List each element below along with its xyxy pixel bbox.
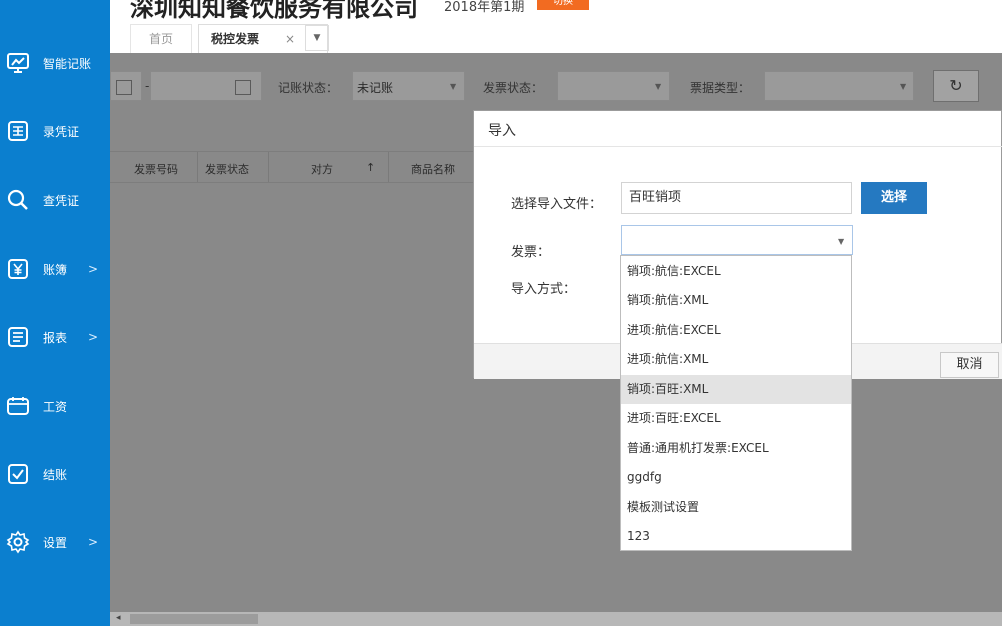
invoice-status-select[interactable]: ▼ — [557, 71, 670, 101]
company-name: 深圳知知餐饮服务有限公司 — [130, 0, 418, 22]
search-icon — [7, 189, 28, 210]
column-divider — [197, 152, 198, 182]
import-file-input[interactable]: 百旺销项 — [621, 182, 852, 214]
choose-file-button[interactable]: 选择 — [861, 182, 927, 214]
dropdown-option[interactable]: 销项:航信:EXCEL — [621, 257, 851, 286]
invoice-label: 发票： — [511, 245, 551, 260]
refresh-button[interactable]: ↻ — [933, 70, 979, 102]
sidebar-item-label: 工资 — [43, 399, 68, 414]
chevron-right-icon: > — [88, 535, 99, 549]
horizontal-scrollbar[interactable]: ◂ — [110, 612, 1002, 626]
yen-icon — [8, 259, 28, 279]
report-icon — [8, 327, 28, 347]
invoice-select[interactable]: ▼ — [621, 225, 853, 255]
bill-type-select[interactable]: ▼ — [764, 71, 914, 101]
invoice-status-label: 发票状态： — [483, 81, 544, 95]
chevron-down-icon: ▼ — [450, 82, 457, 91]
sidebar-item-label: 智能记账 — [43, 56, 92, 71]
sidebar-item-voucher-search[interactable]: 查凭证 — [0, 180, 110, 220]
sidebar-item-label: 设置 — [43, 535, 68, 550]
chevron-right-icon: > — [88, 330, 99, 344]
sidebar-item-label: 录凭证 — [43, 124, 80, 139]
sidebar-item-label: 报表 — [43, 330, 68, 345]
chevron-right-icon: > — [88, 262, 99, 276]
table-header: 发票号码 发票状态 对方 ↑ 商品名称 — [110, 151, 475, 183]
column-header[interactable]: 发票号码 — [134, 161, 178, 177]
voucher-entry-icon — [8, 121, 28, 141]
sidebar: 智能记账 录凭证 查凭证 账簿 > 报表 > 工资 结账 设置 > — [0, 0, 110, 626]
sidebar-item-label: 账簿 — [43, 262, 68, 277]
sidebar-item-label: 查凭证 — [43, 193, 80, 208]
calendar-icon — [116, 80, 132, 95]
column-divider — [268, 152, 269, 182]
dropdown-option[interactable]: 123 — [621, 522, 851, 551]
dropdown-option[interactable]: ggdfg — [621, 463, 851, 492]
invoice-dropdown-list: 销项:航信:EXCEL 销项:航信:XML 进项:航信:EXCEL 进项:航信:… — [620, 255, 852, 551]
dropdown-option[interactable]: 模板测试设置 — [621, 493, 851, 522]
import-mode-label: 导入方式： — [511, 282, 577, 297]
posting-status-label: 记账状态： — [278, 81, 339, 95]
sidebar-item-ledger[interactable]: 账簿 > — [0, 249, 110, 289]
column-header[interactable]: 商品名称 — [411, 161, 455, 177]
sort-arrow-icon[interactable]: ↑ — [366, 161, 375, 174]
sidebar-item-closing[interactable]: 结账 — [0, 454, 110, 494]
bill-type-label: 票据类型： — [690, 81, 751, 95]
chevron-down-icon: ▼ — [900, 82, 907, 91]
tab-tax-invoice-label: 税控发票 — [211, 32, 260, 46]
calendar-icon — [235, 80, 251, 95]
gear-icon — [6, 530, 30, 554]
accounting-period: 2018年第1期 — [444, 0, 525, 15]
dialog-divider — [474, 146, 1002, 147]
file-label: 选择导入文件： — [511, 197, 603, 212]
sidebar-item-settings[interactable]: 设置 > — [0, 522, 110, 562]
date-from-input[interactable] — [110, 71, 142, 101]
refresh-icon: ↻ — [949, 76, 963, 95]
payroll-icon — [7, 397, 29, 415]
sidebar-item-smart-bookkeeping[interactable]: 智能记账 — [0, 43, 110, 83]
monitor-icon — [7, 53, 29, 73]
column-header[interactable]: 发票状态 — [205, 161, 249, 177]
posting-status-select[interactable]: 未记账 ▼ — [352, 71, 465, 101]
dropdown-option[interactable]: 进项:航信:EXCEL — [621, 316, 851, 345]
date-to-input[interactable] — [150, 71, 262, 101]
tab-menu-dropdown[interactable]: ▼ — [305, 25, 329, 51]
dropdown-option[interactable]: 普通:通用机打发票:EXCEL — [621, 434, 851, 463]
tab-home[interactable]: 首页 — [130, 24, 192, 53]
dropdown-option[interactable]: 销项:航信:XML — [621, 286, 851, 315]
switch-period-button[interactable]: 切换 — [537, 0, 589, 10]
checkout-icon — [8, 464, 28, 484]
dropdown-option[interactable]: 进项:航信:XML — [621, 345, 851, 374]
switch-label: 切换 — [553, 0, 573, 7]
sidebar-item-label: 结账 — [43, 467, 68, 482]
dropdown-option-highlighted[interactable]: 销项:百旺:XML — [621, 375, 851, 404]
cancel-button[interactable]: 取消 — [940, 352, 999, 378]
filter-row: - 记账状态： 未记账 ▼ 发票状态： ▼ 票据类型： ▼ — [110, 71, 1002, 105]
column-divider — [388, 152, 389, 182]
sidebar-item-payroll[interactable]: 工资 — [0, 386, 110, 426]
date-separator: - — [145, 79, 150, 93]
scrollbar-thumb[interactable] — [130, 614, 258, 624]
dropdown-option[interactable]: 进项:百旺:EXCEL — [621, 404, 851, 433]
chevron-down-icon: ▼ — [655, 82, 662, 91]
sidebar-item-reports[interactable]: 报表 > — [0, 317, 110, 357]
chevron-down-icon: ▼ — [838, 237, 845, 246]
close-icon[interactable]: × — [285, 25, 295, 54]
tab-bar: 首页 税控发票 × ▼ — [110, 22, 1002, 53]
sidebar-item-voucher-entry[interactable]: 录凭证 — [0, 111, 110, 151]
posting-status-value: 未记账 — [357, 81, 394, 95]
dialog-title: 导入 — [488, 123, 516, 139]
column-header[interactable]: 对方 — [311, 161, 333, 177]
scroll-left-icon[interactable]: ◂ — [116, 613, 121, 623]
